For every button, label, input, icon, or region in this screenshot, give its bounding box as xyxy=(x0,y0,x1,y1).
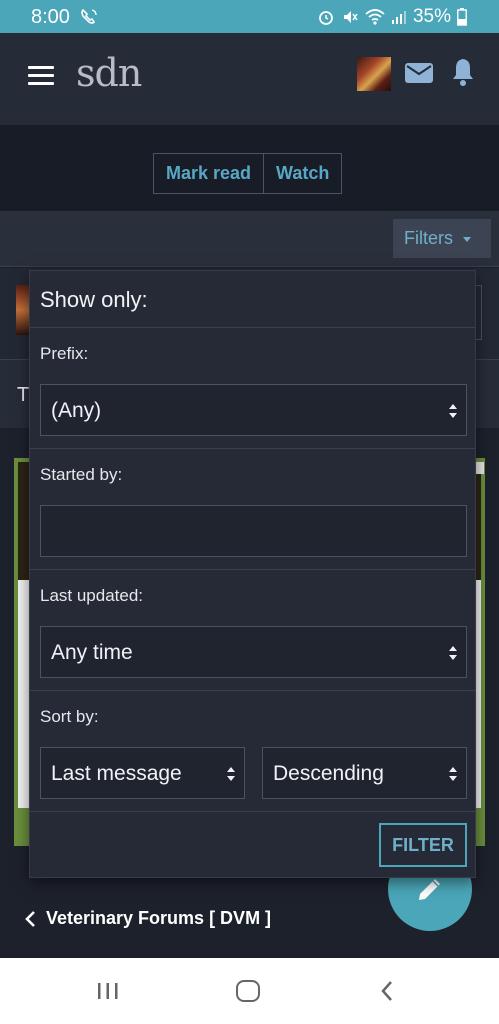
sort-field-select[interactable]: Last message xyxy=(40,747,245,799)
updown-icon xyxy=(227,767,235,781)
system-nav-bar xyxy=(0,958,499,1024)
updown-icon xyxy=(449,646,457,660)
home-icon[interactable] xyxy=(236,980,260,1002)
status-bar: 8:00 35% xyxy=(0,0,499,33)
last-updated-value: Any time xyxy=(51,641,133,664)
alarm-icon xyxy=(319,11,333,25)
mute-icon xyxy=(343,11,358,23)
filters-button[interactable]: Filters xyxy=(393,219,491,258)
status-time: 8:00 xyxy=(31,6,70,28)
filters-label: Filters xyxy=(404,228,453,248)
started-by-section: Started by: xyxy=(30,449,475,570)
battery-icon xyxy=(457,8,467,26)
breadcrumb-label: Veterinary Forums [ DVM ] xyxy=(46,908,272,928)
sort-order-select[interactable]: Descending xyxy=(262,747,467,799)
pencil-icon xyxy=(419,879,440,900)
started-by-label: Started by: xyxy=(40,465,123,484)
prefix-value: (Any) xyxy=(51,399,102,422)
breadcrumb[interactable]: Veterinary Forums [ DVM ] xyxy=(24,908,271,929)
last-updated-section: Last updated: Any time xyxy=(30,570,475,691)
wifi-icon xyxy=(365,9,385,25)
thread-actions: Mark read Watch xyxy=(153,153,343,194)
back-icon[interactable] xyxy=(380,980,394,1002)
avatar[interactable] xyxy=(357,57,391,91)
section-row-text: T xyxy=(17,384,30,406)
filter-menu-header: Show only: xyxy=(30,271,475,328)
prefix-label: Prefix: xyxy=(40,344,89,363)
recents-icon[interactable] xyxy=(97,982,119,1000)
sort-field-value: Last message xyxy=(51,762,182,785)
filter-submit-button[interactable]: FILTER xyxy=(379,823,467,867)
bell-icon[interactable] xyxy=(450,57,476,87)
sort-by-section: Sort by: Last message Descending xyxy=(30,691,475,812)
mark-read-button[interactable]: Mark read xyxy=(154,154,263,193)
started-by-input[interactable] xyxy=(40,505,467,557)
updown-icon xyxy=(449,404,457,418)
chevron-left-icon xyxy=(25,910,35,927)
signal-icon xyxy=(391,11,406,24)
mail-icon[interactable] xyxy=(404,61,434,85)
sort-order-value: Descending xyxy=(273,762,384,785)
prefix-select[interactable]: (Any) xyxy=(40,384,467,436)
battery-percent: 35% xyxy=(412,6,451,27)
caret-down-icon xyxy=(463,236,471,242)
app-header: sdn xyxy=(0,33,499,125)
filter-menu-title: Show only: xyxy=(40,287,148,312)
last-updated-label: Last updated: xyxy=(40,586,144,605)
site-logo[interactable]: sdn xyxy=(76,51,142,95)
filter-menu: Show only: Prefix: (Any) Started by: Las… xyxy=(29,270,476,878)
menu-icon[interactable] xyxy=(28,66,54,86)
thread-thumbnail xyxy=(16,285,30,335)
status-icons: 35% xyxy=(317,6,467,28)
watch-button[interactable]: Watch xyxy=(263,154,341,193)
prefix-section: Prefix: (Any) xyxy=(30,328,475,449)
wifi-call-icon xyxy=(81,8,97,24)
last-updated-select[interactable]: Any time xyxy=(40,626,467,678)
updown-icon xyxy=(449,767,457,781)
sort-by-label: Sort by: xyxy=(40,707,99,726)
